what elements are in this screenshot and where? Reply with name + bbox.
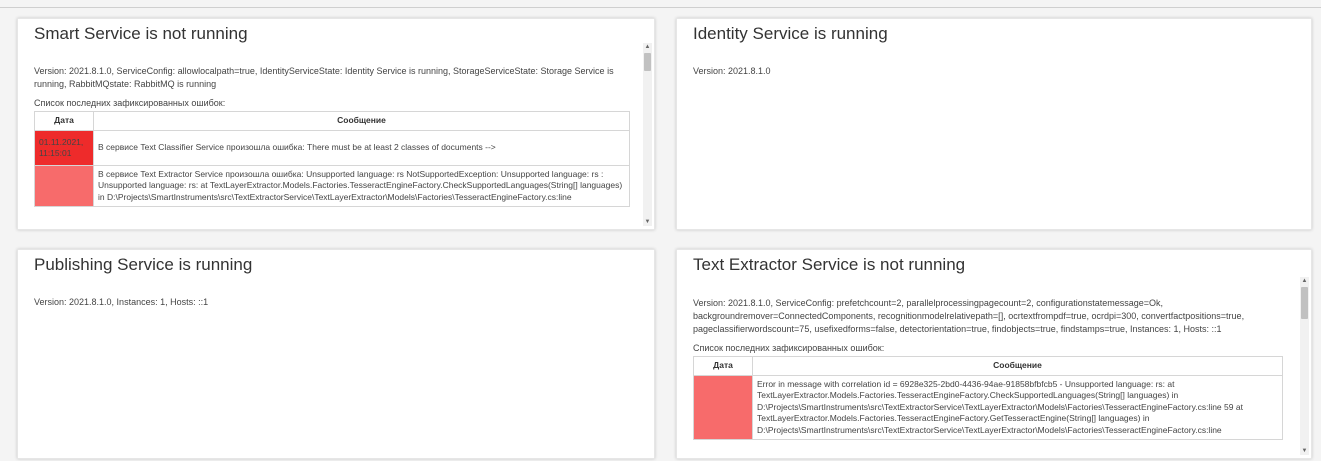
scroll-thumb[interactable] (1301, 287, 1308, 319)
card-title: Identity Service is running (693, 24, 888, 43)
error-date-cell (34, 164, 94, 207)
error-message-cell: В сервисе Text Classifier Service произо… (93, 129, 630, 166)
service-card-publishing: Publishing Service is running Version: 2… (17, 249, 655, 459)
table-row: 01.11.2021, 11:15:01 В сервисе Text Clas… (34, 129, 630, 166)
scroll-thumb[interactable] (644, 53, 651, 71)
card-title: Publishing Service is running (34, 255, 253, 274)
scroll-up-arrow-icon[interactable]: ▲ (1300, 277, 1309, 285)
errors-label: Список последних зафиксированных ошибок: (34, 98, 226, 108)
card-content: Version: 2021.8.1.0, ServiceConfig: pref… (693, 297, 1283, 440)
service-card-text-extractor: Text Extractor Service is not running Ve… (676, 249, 1312, 459)
vertical-scrollbar[interactable]: ▲ ▼ (643, 43, 652, 226)
table-header-row: Дата Сообщение (693, 356, 1283, 376)
column-header-date: Дата (693, 356, 753, 376)
service-card-identity: Identity Service is running Version: 202… (676, 18, 1312, 230)
table-row: Error in message with correlation id = 6… (693, 374, 1283, 440)
scroll-down-arrow-icon[interactable]: ▼ (1300, 447, 1309, 455)
service-card-smart: Smart Service is not running Version: 20… (17, 18, 655, 230)
errors-table: Дата Сообщение Error in message with cor… (693, 356, 1283, 440)
error-date-cell (693, 374, 753, 440)
table-row: В сервисе Text Extractor Service произош… (34, 164, 630, 207)
table-header-row: Дата Сообщение (34, 111, 630, 131)
column-header-message: Сообщение (752, 356, 1283, 376)
errors-table: Дата Сообщение 01.11.2021, 11:15:01 В се… (34, 111, 630, 207)
vertical-scrollbar[interactable]: ▲ ▼ (1300, 277, 1309, 455)
version-text: Version: 2021.8.1.0, Instances: 1, Hosts… (34, 297, 209, 307)
version-text: Version: 2021.8.1.0, ServiceConfig: allo… (34, 66, 614, 89)
card-title: Text Extractor Service is not running (693, 255, 966, 274)
errors-label: Список последних зафиксированных ошибок: (693, 343, 885, 353)
card-content: Version: 2021.8.1.0, Instances: 1, Hosts… (34, 296, 634, 309)
card-content: Version: 2021.8.1.0, ServiceConfig: allo… (34, 65, 630, 207)
card-title: Smart Service is not running (34, 24, 248, 43)
error-message-cell: Error in message with correlation id = 6… (752, 374, 1283, 440)
column-header-message: Сообщение (93, 111, 630, 131)
top-divider (0, 7, 1321, 8)
version-text: Version: 2021.8.1.0 (693, 66, 771, 76)
version-text: Version: 2021.8.1.0, ServiceConfig: pref… (693, 298, 1245, 334)
error-date-cell: 01.11.2021, 11:15:01 (34, 129, 94, 166)
column-header-date: Дата (34, 111, 94, 131)
scroll-up-arrow-icon[interactable]: ▲ (643, 43, 652, 51)
error-message-cell: В сервисе Text Extractor Service произош… (93, 164, 630, 207)
card-content: Version: 2021.8.1.0 (693, 65, 1293, 78)
scroll-down-arrow-icon[interactable]: ▼ (643, 218, 652, 226)
